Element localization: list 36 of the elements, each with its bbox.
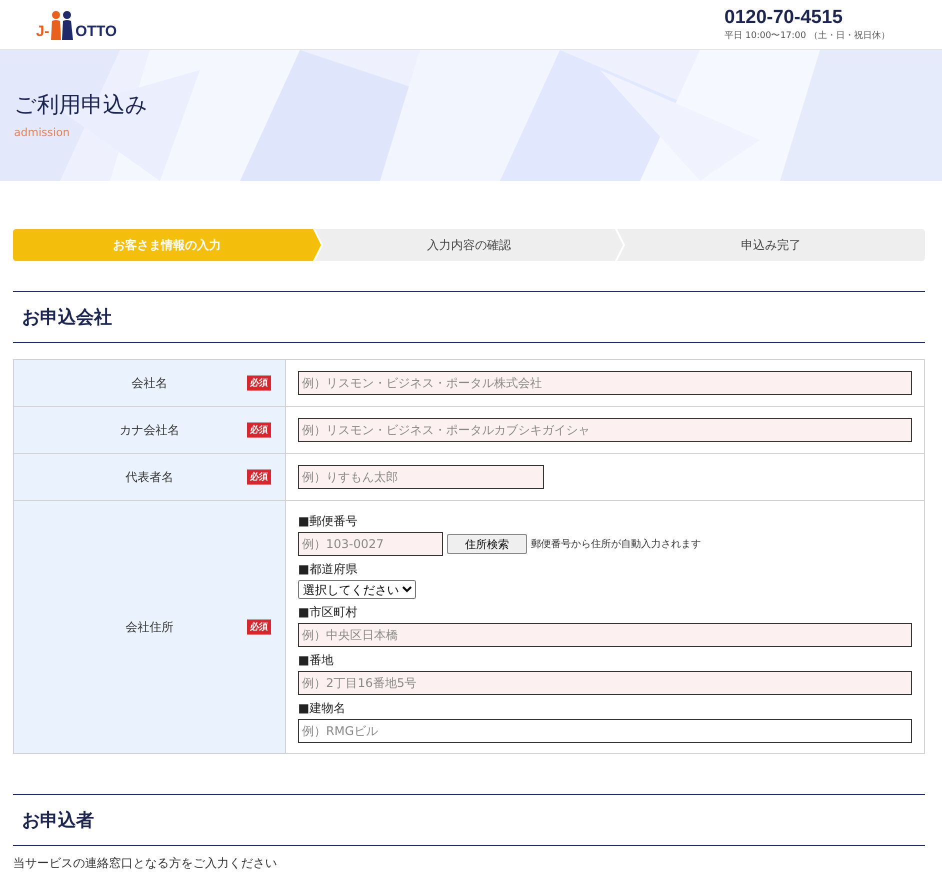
helper-text: 郵便番号から住所が自動入力されます — [531, 538, 701, 551]
required-badge: 必須 — [247, 470, 271, 484]
field-label: 代表者名 — [126, 470, 174, 484]
business-hours: 平日 10:00〜17:00 （土・日・祝日休） — [724, 30, 890, 42]
logo-text: OTTO — [75, 22, 117, 40]
input-field[interactable]: 例）103-0027 — [298, 532, 443, 556]
field-label: ■建物名 — [298, 700, 346, 717]
field-label: ■都道府県 — [298, 561, 358, 578]
people-icon — [50, 10, 74, 40]
required-badge: 必須 — [247, 620, 271, 634]
logo-text: J- — [36, 22, 50, 40]
phone-number: 0120-70-4515 — [724, 7, 844, 29]
required-badge: 必須 — [247, 422, 271, 438]
progress-step: 入力内容の確認 — [315, 229, 623, 261]
field-label: 会社名 — [132, 376, 168, 390]
page-subtitle: admission — [14, 126, 70, 139]
input-field[interactable]: 例）2丁目16番地5号 — [298, 671, 912, 695]
input-field[interactable]: 例）リスモン・ビジネス・ポータル株式会社 — [298, 371, 912, 395]
input-field[interactable]: 例）リスモン・ビジネス・ポータルカブシキガイシャ — [298, 418, 912, 442]
progress-step: お客さま情報の入力 — [13, 229, 321, 261]
progress-step: 申込み完了 — [617, 229, 925, 261]
input-field[interactable]: 例）RMGビル — [298, 719, 912, 743]
page-title: ご利用申込み — [14, 92, 149, 120]
field-label: ■市区町村 — [298, 604, 358, 621]
intro-text: 当サービスの連絡窓口となる方をご入力ください — [13, 856, 278, 870]
section-heading: お申込者 — [22, 809, 94, 832]
field-label: ■郵便番号 — [298, 513, 358, 530]
field-label: カナ会社名 — [120, 422, 180, 436]
required-badge: 必須 — [247, 376, 271, 390]
input-field[interactable]: 例）中央区日本橋 — [298, 623, 912, 647]
input-field[interactable]: 例）りすもん太郎 — [298, 465, 544, 489]
address-search-button[interactable]: 住所検索 — [447, 534, 527, 554]
section-heading: お申込会社 — [22, 306, 112, 329]
field-label: ■番地 — [298, 652, 334, 669]
prefecture-select[interactable]: 選択してください — [298, 580, 416, 599]
field-label: 会社住所 — [126, 620, 174, 634]
